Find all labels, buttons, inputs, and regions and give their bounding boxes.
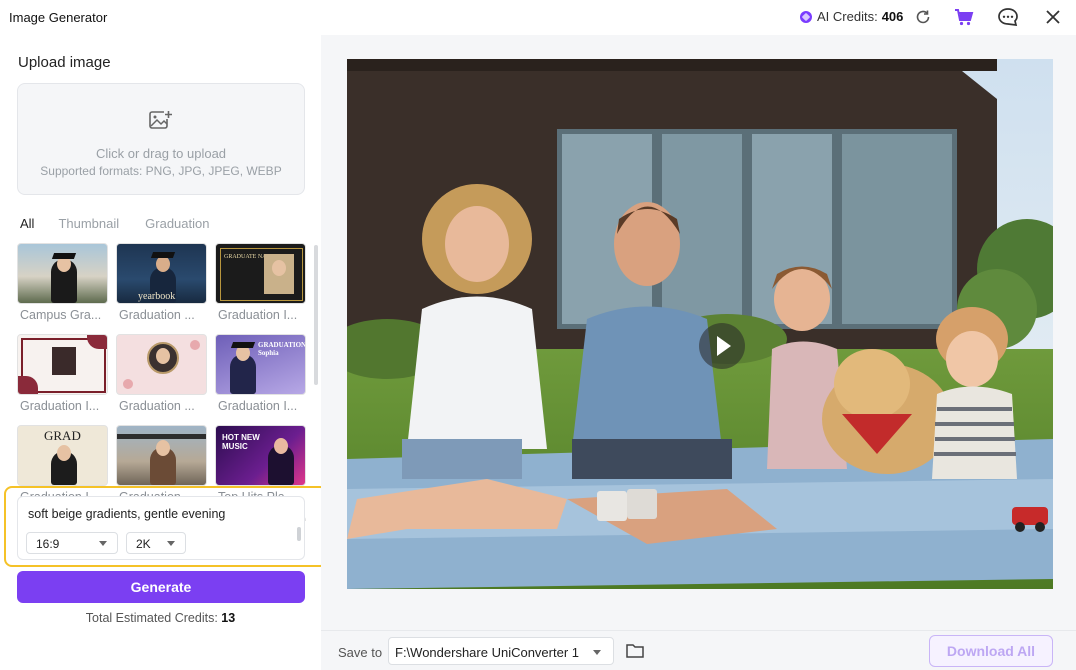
save-path-value: F:\Wondershare UniConverter 1: [395, 645, 580, 660]
tab-thumbnail[interactable]: Thumbnail: [58, 216, 119, 231]
save-to-label: Save to: [338, 645, 383, 660]
template-caption: Graduation I...: [20, 399, 100, 413]
image-add-icon: [149, 110, 173, 129]
ai-credits: AI Credits: 406: [800, 9, 903, 24]
resolution-value: 2K: [136, 537, 151, 551]
template-thumbnail: [17, 243, 108, 304]
preview-image[interactable]: [347, 59, 1053, 589]
template-thumb-text: HOT NEW MUSIC: [222, 433, 260, 451]
template-thumbnail: GRAD: [17, 425, 108, 486]
upload-hint: Click or drag to upload: [95, 146, 227, 161]
generate-button[interactable]: Generate: [17, 571, 305, 603]
prompt-scrollbar[interactable]: [297, 527, 301, 541]
template-card[interactable]: yearbook Graduation ...: [116, 243, 207, 322]
template-card[interactable]: GRADUATE NAME Graduation I...: [215, 243, 306, 322]
total-credits-label: Total Estimated Credits:: [85, 611, 218, 625]
title-bar: Image Generator AI Credits: 406: [0, 0, 1076, 35]
credits-value: 406: [881, 9, 904, 24]
template-thumb-text: yearbook: [138, 291, 176, 302]
template-caption: Graduation I...: [218, 399, 298, 413]
template-thumbnail: yearbook: [116, 243, 207, 304]
total-credits: Total Estimated Credits: 13: [0, 611, 321, 625]
credits-label: AI Credits:: [817, 9, 878, 24]
template-thumbnail: GRADUATION Sophia: [215, 334, 306, 395]
template-caption: Graduation I...: [218, 308, 298, 322]
tab-graduation[interactable]: Graduation: [145, 216, 209, 231]
folder-icon[interactable]: [626, 643, 644, 658]
footer-bar: Save to F:\Wondershare UniConverter 1 Do…: [321, 630, 1076, 670]
download-all-button[interactable]: Download All: [929, 635, 1053, 667]
tab-all[interactable]: All: [20, 216, 34, 231]
credits-gem-icon: [800, 10, 812, 23]
app-title: Image Generator: [9, 10, 108, 25]
chevron-down-icon: [167, 541, 175, 546]
play-icon[interactable]: [699, 323, 745, 369]
prompt-input[interactable]: soft beige gradients, gentle evening: [28, 507, 225, 521]
cart-icon[interactable]: [954, 8, 974, 26]
template-thumbnail: GRADUATE NAME: [215, 243, 306, 304]
chevron-down-icon: [593, 650, 601, 655]
template-gallery: Campus Gra... yearbook Graduation ... GR…: [17, 243, 309, 521]
template-card[interactable]: Campus Gra...: [17, 243, 108, 322]
template-thumbnail: [116, 334, 207, 395]
template-card[interactable]: Graduation ...: [116, 334, 207, 413]
template-caption: Graduation ...: [119, 399, 195, 413]
template-thumb-text: GRADUATION Sophia: [258, 341, 306, 357]
total-credits-value: 13: [221, 611, 236, 625]
template-card[interactable]: GRADUATION Sophia Graduation I...: [215, 334, 306, 413]
template-thumbnail: HOT NEW MUSIC: [215, 425, 306, 486]
template-card[interactable]: Graduation I...: [17, 334, 108, 413]
upload-dropzone[interactable]: Click or drag to upload Supported format…: [17, 83, 305, 195]
upload-title: Upload image: [18, 54, 111, 71]
preview-panel: [321, 35, 1076, 670]
aspect-ratio-select[interactable]: 16:9: [26, 532, 118, 554]
aspect-ratio-value: 16:9: [36, 537, 60, 551]
chevron-down-icon: [99, 541, 107, 546]
template-thumbnail: [17, 334, 108, 395]
template-tabs: All Thumbnail Graduation: [20, 216, 235, 231]
save-path-select[interactable]: F:\Wondershare UniConverter 1: [388, 637, 614, 665]
image-generator-window: Image Generator AI Credits: 406 Upload i…: [0, 0, 1076, 670]
template-caption: Campus Gra...: [20, 308, 102, 322]
family-photo: [347, 59, 1053, 589]
prompt-box[interactable]: soft beige gradients, gentle evening 16:…: [17, 496, 305, 560]
close-icon[interactable]: [1044, 8, 1062, 26]
upload-formats: Supported formats: PNG, JPG, JPEG, WEBP: [40, 164, 282, 178]
template-thumb-text: GRAD: [44, 428, 81, 443]
chat-icon[interactable]: [997, 7, 1019, 27]
template-thumbnail: [116, 425, 207, 486]
template-caption: Graduation ...: [119, 308, 195, 322]
resolution-select[interactable]: 2K: [126, 532, 186, 554]
refresh-icon[interactable]: [914, 8, 932, 26]
gallery-scrollbar[interactable]: [314, 245, 318, 385]
